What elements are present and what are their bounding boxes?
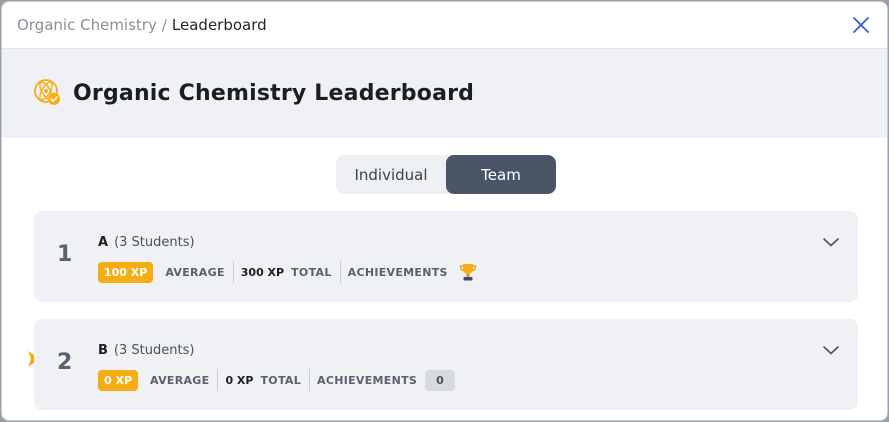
stat-divider xyxy=(339,261,341,283)
total-label: TOTAL xyxy=(260,373,302,387)
expand-button[interactable] xyxy=(822,233,840,252)
achievements-label: ACHIEVEMENTS xyxy=(317,373,418,387)
breadcrumb-separator: / xyxy=(161,16,167,34)
student-count: (3 Students) xyxy=(114,235,195,250)
achievements-count-badge: 0 xyxy=(425,369,455,391)
team-stats: 0 XP AVERAGE 0 XP TOTAL ACHIEVEMENTS 0 xyxy=(98,368,455,392)
total-xp-value: 0 XP xyxy=(225,373,254,387)
team-name: A xyxy=(98,235,109,250)
team-stats: 100 XP AVERAGE 300 XP TOTAL ACHIEVEMENTS xyxy=(98,260,477,284)
average-label: AVERAGE xyxy=(150,373,210,387)
rank-number: 1 xyxy=(57,242,73,267)
atom-badge-icon xyxy=(33,78,61,110)
total-xp-value: 300 XP xyxy=(240,265,285,279)
view-toggle: Individual Team xyxy=(336,155,556,194)
stat-divider xyxy=(309,369,311,391)
average-label: AVERAGE xyxy=(165,265,225,279)
page-title: Organic Chemistry Leaderboard xyxy=(73,81,475,106)
breadcrumb: Organic Chemistry / Leaderboard xyxy=(17,16,267,34)
toggle-individual[interactable]: Individual xyxy=(336,155,446,194)
chevron-down-icon xyxy=(823,346,839,355)
breadcrumb-current: Leaderboard xyxy=(171,16,267,34)
team-name: B xyxy=(98,343,108,358)
leaderboard-header: Organic Chemistry Leaderboard xyxy=(2,49,887,138)
breadcrumb-parent[interactable]: Organic Chemistry xyxy=(17,16,157,34)
chevron-down-icon xyxy=(823,238,839,247)
team-row[interactable]: 1 A (3 Students) 100 XP AVERAGE 300 XP T… xyxy=(34,211,858,302)
team-heading: A (3 Students) xyxy=(98,235,195,250)
close-button[interactable] xyxy=(849,13,873,37)
average-xp-badge: 100 XP xyxy=(98,261,154,283)
trophy-icon xyxy=(459,262,477,282)
team-heading: B (3 Students) xyxy=(98,343,194,358)
modal-topbar: Organic Chemistry / Leaderboard xyxy=(2,2,887,49)
toggle-team[interactable]: Team xyxy=(446,155,556,194)
achievements-label: ACHIEVEMENTS xyxy=(347,265,448,279)
student-count: (3 Students) xyxy=(113,343,195,358)
team-row[interactable]: 2 B (3 Students) 0 XP AVERAGE 0 XP TOTAL… xyxy=(34,319,858,410)
close-icon xyxy=(853,17,869,33)
average-xp-badge: 0 XP xyxy=(98,369,139,391)
total-label: TOTAL xyxy=(291,265,332,279)
rank-number: 2 xyxy=(57,350,73,375)
leaderboard-modal: Organic Chemistry / Leaderboard Organic … xyxy=(1,1,888,421)
stat-divider xyxy=(232,261,234,283)
expand-button[interactable] xyxy=(822,341,840,360)
stat-divider xyxy=(217,369,219,391)
